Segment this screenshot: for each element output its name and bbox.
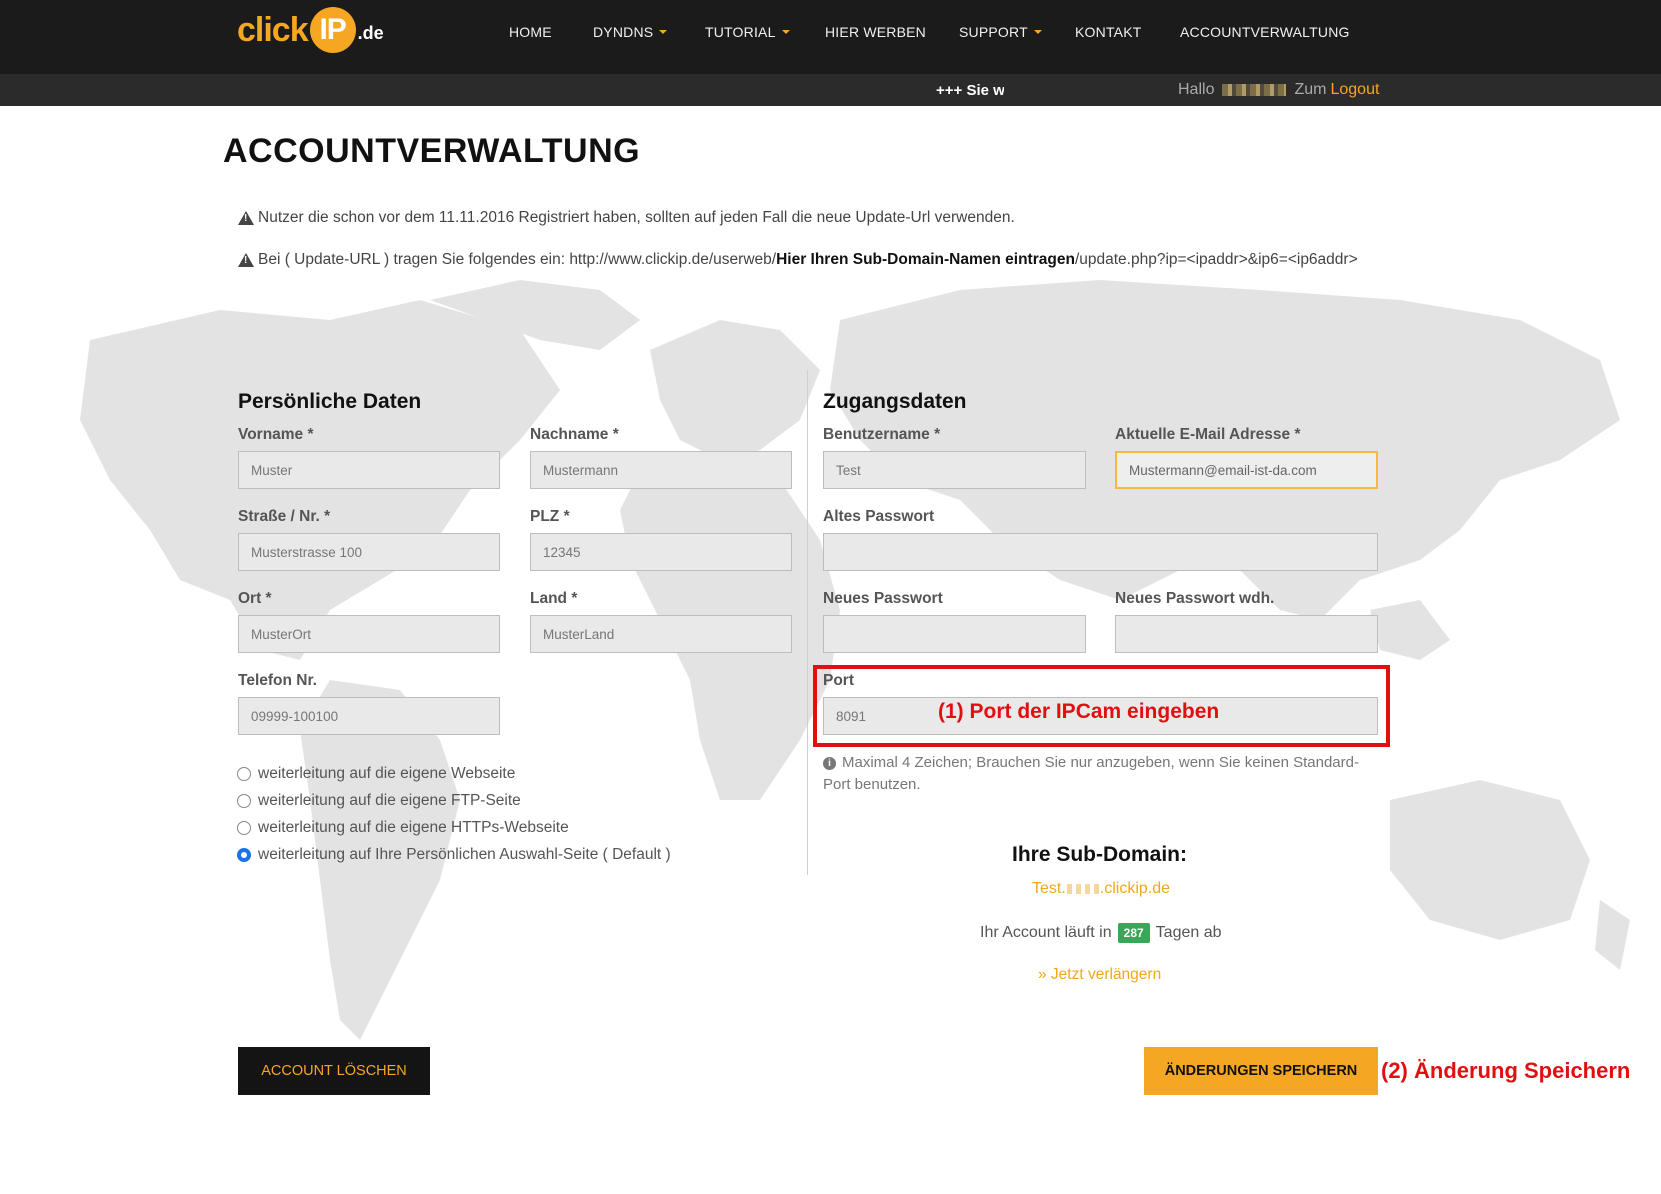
column-divider: [807, 370, 808, 875]
hallo-label: Hallo: [1178, 81, 1215, 98]
renew-link[interactable]: » Jetzt verlängern: [1038, 966, 1161, 984]
telefon-field[interactable]: [238, 697, 500, 735]
redacted-subdomain: [1066, 884, 1099, 894]
ort-field[interactable]: [238, 615, 500, 653]
nav-accountverwaltung-label: ACCOUNTVERWALTUNG: [1180, 24, 1350, 40]
notice-text: Nutzer die schon vor dem 11.11.2016 Regi…: [258, 209, 1015, 226]
delete-account-button[interactable]: ACCOUNT LÖSCHEN: [238, 1047, 430, 1095]
logo-text-click: click: [237, 10, 309, 49]
nav-home[interactable]: HOME: [509, 0, 552, 64]
radio-redirect-https[interactable]: weiterleitung auf die eigene HTTPs-Webse…: [237, 819, 569, 837]
subdomain-suffix: .clickip.de: [1099, 880, 1171, 897]
access-data-title: Zugangsdaten: [823, 390, 967, 413]
zum-label: Zum: [1294, 81, 1327, 98]
annotation-step-2: (2) Änderung Speichern: [1381, 1058, 1631, 1083]
logo-text-de: .de: [357, 22, 384, 43]
nav-hier-werben[interactable]: HIER WERBEN: [825, 0, 926, 64]
notice-update-url-format: Bei ( Update-URL ) tragen Sie folgendes …: [238, 251, 1358, 269]
nav-home-label: HOME: [509, 24, 552, 40]
nav-hier-werben-label: HIER WERBEN: [825, 24, 926, 40]
expiry-text-pre: Ihr Account läuft in: [980, 924, 1112, 941]
warning-icon: [238, 211, 254, 225]
ort-label: Ort *: [238, 590, 272, 607]
vorname-label: Vorname *: [238, 426, 314, 443]
nav-kontakt-label: KONTAKT: [1075, 24, 1142, 40]
new-password-repeat-field[interactable]: [1115, 615, 1378, 653]
radio-button[interactable]: [237, 821, 251, 835]
land-field[interactable]: [530, 615, 792, 653]
redacted-username: [1222, 84, 1287, 96]
port-hint: i Maximal 4 Zeichen; Brauchen Sie nur anz…: [823, 752, 1383, 796]
radio-redirect-webseite[interactable]: weiterleitung auf die eigene Webseite: [237, 765, 515, 783]
page-title: ACCOUNTVERWALTUNG: [223, 132, 641, 170]
username-field[interactable]: [823, 451, 1086, 489]
days-remaining-badge: 287: [1117, 923, 1150, 943]
old-password-label: Altes Passwort: [823, 508, 935, 525]
nav-accountverwaltung[interactable]: ACCOUNTVERWALTUNG: [1180, 0, 1350, 64]
account-expiry: Ihr Account läuft in 287 Tagen ab: [980, 923, 1222, 943]
nav-tutorial-label: TUTORIAL: [705, 24, 776, 40]
radio-label: weiterleitung auf die eigene Webseite: [258, 765, 516, 782]
nachname-field[interactable]: [530, 451, 792, 489]
logout-link[interactable]: Logout: [1330, 81, 1379, 99]
radio-button[interactable]: [237, 794, 251, 808]
save-changes-button[interactable]: ÄNDERUNGEN SPEICHERN: [1144, 1047, 1378, 1095]
clickip-logo[interactable]: click IP .de: [237, 7, 384, 53]
chevron-down-icon: [781, 30, 790, 34]
radio-label: weiterleitung auf Ihre Persönlichen Ausw…: [258, 846, 671, 863]
strasse-label: Straße / Nr. *: [238, 508, 331, 525]
email-label: Aktuelle E-Mail Adresse *: [1115, 426, 1301, 443]
radio-button-selected[interactable]: [237, 848, 251, 862]
nav-tutorial[interactable]: TUTORIAL: [705, 0, 790, 64]
nav-kontakt[interactable]: KONTAKT: [1075, 0, 1141, 64]
chevron-down-icon: [659, 30, 668, 34]
radio-label: weiterleitung auf die eigene FTP-Seite: [258, 792, 521, 809]
strasse-field[interactable]: [238, 533, 500, 571]
port-hint-text: Maximal 4 Zeichen; Brauchen Sie nur anzu…: [823, 754, 1359, 793]
chevron-down-icon: [1033, 30, 1042, 34]
new-password-field[interactable]: [823, 615, 1086, 653]
nav-support[interactable]: SUPPORT: [959, 0, 1042, 64]
nav-dyndns-label: DYNDNS: [593, 24, 654, 40]
vorname-field[interactable]: [238, 451, 500, 489]
warning-icon: [238, 253, 254, 267]
new-password-repeat-label: Neues Passwort wdh.: [1115, 590, 1275, 607]
plz-field[interactable]: [530, 533, 792, 571]
news-ticker: +++ Sie w: [936, 81, 1004, 99]
notice-text-bold: Hier Ihren Sub-Domain-Namen eintragen: [776, 251, 1075, 268]
username-label: Benutzername *: [823, 426, 941, 443]
notice-text-post: /update.php?ip=<ipaddr>&ip6=<ip6addr>: [1074, 251, 1358, 268]
land-label: Land *: [530, 590, 578, 607]
old-password-field[interactable]: [823, 533, 1378, 571]
personal-data-title: Persönliche Daten: [238, 390, 422, 413]
nav-dyndns[interactable]: DYNDNS: [593, 0, 668, 64]
notice-text-pre: Bei ( Update-URL ) tragen Sie folgendes …: [258, 251, 777, 268]
radio-label: weiterleitung auf die eigene HTTPs-Webse…: [258, 819, 569, 836]
logo-ip-circle: IP: [309, 7, 356, 53]
email-field[interactable]: [1115, 451, 1378, 489]
subdomain-link[interactable]: Test. .clickip.de: [1032, 880, 1170, 898]
nav-support-label: SUPPORT: [959, 24, 1028, 40]
notice-update-url: Nutzer die schon vor dem 11.11.2016 Regi…: [238, 209, 1015, 227]
info-subbar: [0, 74, 1661, 106]
nachname-label: Nachname *: [530, 426, 619, 443]
radio-button[interactable]: [237, 767, 251, 781]
info-icon: i: [823, 757, 836, 770]
telefon-label: Telefon Nr.: [238, 672, 317, 689]
radio-redirect-default[interactable]: weiterleitung auf Ihre Persönlichen Ausw…: [237, 846, 671, 864]
radio-redirect-ftp[interactable]: weiterleitung auf die eigene FTP-Seite: [237, 792, 521, 810]
subdomain-title: Ihre Sub-Domain:: [1012, 843, 1188, 866]
annotation-step-1: (1) Port der IPCam eingeben: [938, 700, 1220, 723]
new-password-label: Neues Passwort: [823, 590, 943, 607]
user-greeting: Hallo Zum Logout: [1178, 74, 1379, 106]
subdomain-prefix: Test.: [1032, 880, 1066, 897]
plz-label: PLZ *: [530, 508, 570, 525]
expiry-text-post: Tagen ab: [1155, 924, 1222, 941]
